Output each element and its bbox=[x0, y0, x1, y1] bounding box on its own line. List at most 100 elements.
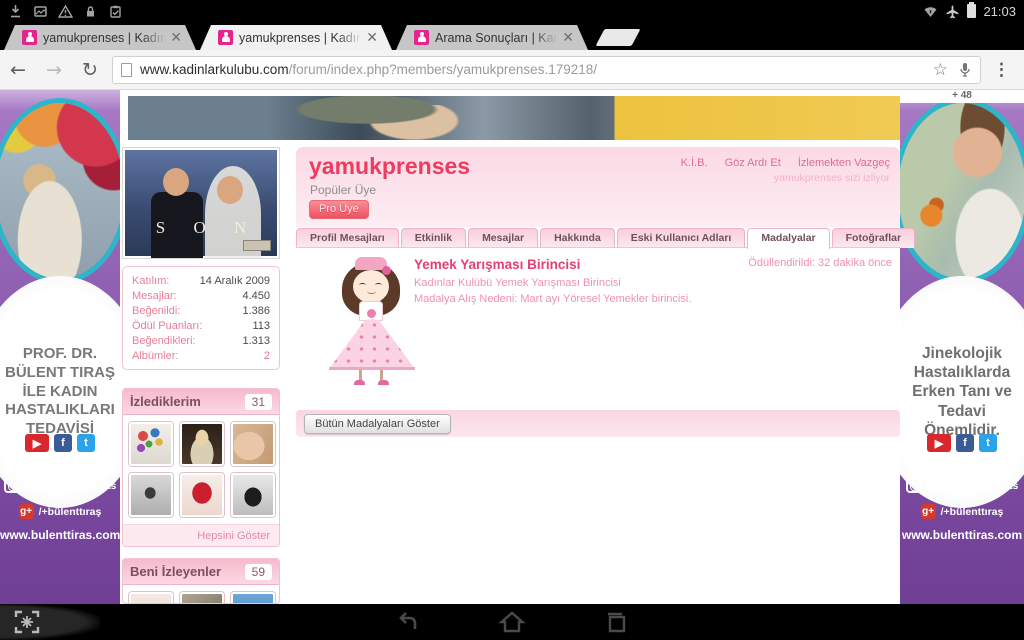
left-ad-banner[interactable]: PROF. DR. BÜLENT TIRAŞ İLE KADIN HASTALI… bbox=[0, 90, 120, 604]
clipboard-check-icon bbox=[108, 4, 123, 19]
forward-button[interactable]: → bbox=[36, 59, 72, 81]
cover-banner-image[interactable] bbox=[128, 96, 900, 140]
follower-avatar[interactable] bbox=[180, 592, 224, 604]
avatar-caption: S O N bbox=[125, 218, 277, 238]
tab-madalyalar[interactable]: Madalyalar bbox=[747, 228, 829, 249]
tab-eski-kullanici-adlari[interactable]: Eski Kullanıcı Adları bbox=[617, 228, 746, 248]
tab-profil-mesajlari[interactable]: Profil Mesajları bbox=[296, 228, 399, 248]
warning-icon bbox=[58, 4, 73, 19]
youtube-icon: ▶ bbox=[927, 434, 951, 452]
tab-etkinlik[interactable]: Etkinlik bbox=[401, 228, 466, 248]
site-favicon bbox=[414, 30, 429, 45]
tab-title: Arama Sonuçları | Kadın bbox=[435, 31, 558, 45]
profile-tab-bar: Profil Mesajları Etkinlik Mesajlar Hakkı… bbox=[296, 228, 900, 248]
ad-gplus-handle: /+bülenttıraş bbox=[941, 506, 1004, 518]
ad-social-handle: /DrBulentTiras bbox=[0, 456, 120, 468]
forum-profile-page: S O N Katılım:14 Aralık 2009 Mesajlar:4.… bbox=[120, 90, 900, 604]
medals-tab-content: Yemek Yarışması Birincisi Kadınlar Kulüb… bbox=[296, 247, 900, 408]
unfollow-link[interactable]: İzlemekten Vazgeç bbox=[798, 157, 890, 169]
browser-toolbar: ← → ↻ www.kadinlarkulubu.com/forum/index… bbox=[0, 50, 1024, 90]
follows-you-note: yamukprenses sizi izliyor bbox=[774, 172, 890, 184]
ad-title: PROF. DR. BÜLENT TIRAŞ İLE KADIN HASTALI… bbox=[1, 345, 119, 439]
url-text[interactable]: www.kadinlarkulubu.com/forum/index.php?m… bbox=[140, 62, 923, 77]
following-header: İzlediklerim 31 bbox=[123, 389, 279, 415]
tab-fotograflar[interactable]: Fotoğraflar bbox=[832, 228, 915, 248]
following-count-badge: 31 bbox=[245, 394, 272, 410]
following-avatar[interactable] bbox=[129, 422, 173, 466]
show-all-following-link[interactable]: Hepsini Göster bbox=[197, 530, 270, 542]
stat-row: Ödül Puanları:113 bbox=[132, 319, 270, 334]
avatar-watermark bbox=[243, 240, 271, 251]
profile-stats-box: Katılım:14 Aralık 2009 Mesajlar:4.450 Be… bbox=[122, 266, 280, 370]
tab-title: yamukprenses | Kadınlar bbox=[43, 31, 166, 45]
battery-icon bbox=[967, 4, 976, 18]
followers-panel: Beni İzleyenler 59 bbox=[122, 558, 280, 604]
tab-close-icon[interactable]: ✕ bbox=[170, 29, 182, 46]
ad-text-circle: Jinekolojik Hastalıklarda Erken Tanı ve … bbox=[900, 276, 1024, 508]
kib-link[interactable]: K.İ.B. bbox=[681, 157, 708, 169]
browser-tab-strip: yamukprenses | Kadınlar ✕ yamukprenses |… bbox=[0, 22, 1024, 50]
back-nav-icon[interactable] bbox=[394, 608, 422, 636]
right-ad-banner[interactable]: + 48 Jinekolojik Hastalıklarda Erken Tan… bbox=[900, 90, 1024, 604]
new-tab-button[interactable] bbox=[595, 29, 640, 46]
show-all-medals-button[interactable]: Bütün Madalyaları Göster bbox=[304, 414, 451, 434]
ad-top-counter: + 48 bbox=[900, 90, 1024, 103]
twitter-icon: t bbox=[77, 434, 95, 452]
voice-search-icon[interactable] bbox=[958, 61, 972, 79]
ad-instagram-handle: /prof.dr.bulenttiras bbox=[24, 480, 117, 492]
follower-avatar[interactable] bbox=[129, 592, 173, 604]
following-avatar[interactable] bbox=[180, 473, 224, 517]
ad-photo-balloons bbox=[0, 98, 120, 284]
following-avatar[interactable] bbox=[129, 473, 173, 517]
page-icon bbox=[121, 63, 132, 77]
pro-member-badge: Pro Üye bbox=[309, 200, 369, 219]
download-icon bbox=[8, 4, 23, 19]
medal-princess-illustration bbox=[326, 257, 418, 387]
following-avatar[interactable] bbox=[231, 473, 275, 517]
facebook-icon: f bbox=[956, 434, 974, 452]
airplane-mode-icon bbox=[945, 4, 960, 19]
ad-gplus-handle: /+bülenttıraş bbox=[39, 506, 102, 518]
screenshot-notification-icon[interactable] bbox=[14, 609, 40, 635]
back-button[interactable]: ← bbox=[0, 59, 36, 81]
ignore-link[interactable]: Göz Ardı Et bbox=[725, 157, 781, 169]
site-favicon bbox=[218, 30, 233, 45]
googleplus-icon: g+ bbox=[19, 504, 34, 519]
ad-photo-butterfly bbox=[900, 98, 1024, 284]
wifi-warning-icon bbox=[923, 4, 938, 19]
reload-button[interactable]: ↻ bbox=[72, 59, 108, 81]
tab-close-icon[interactable]: ✕ bbox=[366, 29, 378, 46]
followers-header: Beni İzleyenler 59 bbox=[123, 559, 279, 585]
url-bar[interactable]: www.kadinlarkulubu.com/forum/index.php?m… bbox=[112, 56, 981, 84]
browser-tab-3[interactable]: Arama Sonuçları | Kadın ✕ bbox=[396, 25, 588, 50]
member-title: Popüler Üye bbox=[310, 183, 376, 197]
lock-icon bbox=[83, 4, 98, 19]
browser-menu-icon[interactable]: ⋮ bbox=[987, 60, 1024, 80]
profile-header-panel: yamukprenses Popüler Üye Pro Üye K.İ.B. … bbox=[296, 147, 900, 227]
follower-avatar[interactable] bbox=[231, 592, 275, 604]
albums-link[interactable]: 2 bbox=[264, 349, 270, 364]
recents-nav-icon[interactable] bbox=[602, 608, 630, 636]
bookmark-star-icon[interactable]: ☆ bbox=[933, 60, 948, 80]
profile-avatar[interactable]: S O N bbox=[122, 147, 280, 259]
medal-awarded-time: Ödüllendirildi: 32 dakika önce bbox=[748, 257, 892, 269]
android-nav-bar bbox=[0, 604, 1024, 640]
googleplus-icon: g+ bbox=[921, 504, 936, 519]
following-avatar[interactable] bbox=[231, 422, 275, 466]
ad-website: www.bulenttiras.com bbox=[0, 528, 120, 542]
following-avatar[interactable] bbox=[180, 422, 224, 466]
tab-mesajlar[interactable]: Mesajlar bbox=[468, 228, 538, 248]
facebook-icon: f bbox=[54, 434, 72, 452]
instagram-icon bbox=[4, 478, 19, 493]
tab-hakkinda[interactable]: Hakkında bbox=[540, 228, 615, 248]
clock: 21:03 bbox=[983, 4, 1016, 19]
home-nav-icon[interactable] bbox=[498, 608, 526, 636]
stat-row: Beğenildi:1.386 bbox=[132, 304, 270, 319]
twitter-icon: t bbox=[979, 434, 997, 452]
following-panel: İzlediklerim 31 Hepsini Göster bbox=[122, 388, 280, 547]
tab-close-icon[interactable]: ✕ bbox=[562, 29, 574, 46]
instagram-icon bbox=[906, 478, 921, 493]
browser-tab-2-active[interactable]: yamukprenses | Kadınlar ✕ bbox=[200, 25, 392, 50]
browser-tab-1[interactable]: yamukprenses | Kadınlar ✕ bbox=[4, 25, 196, 50]
site-favicon bbox=[22, 30, 37, 45]
